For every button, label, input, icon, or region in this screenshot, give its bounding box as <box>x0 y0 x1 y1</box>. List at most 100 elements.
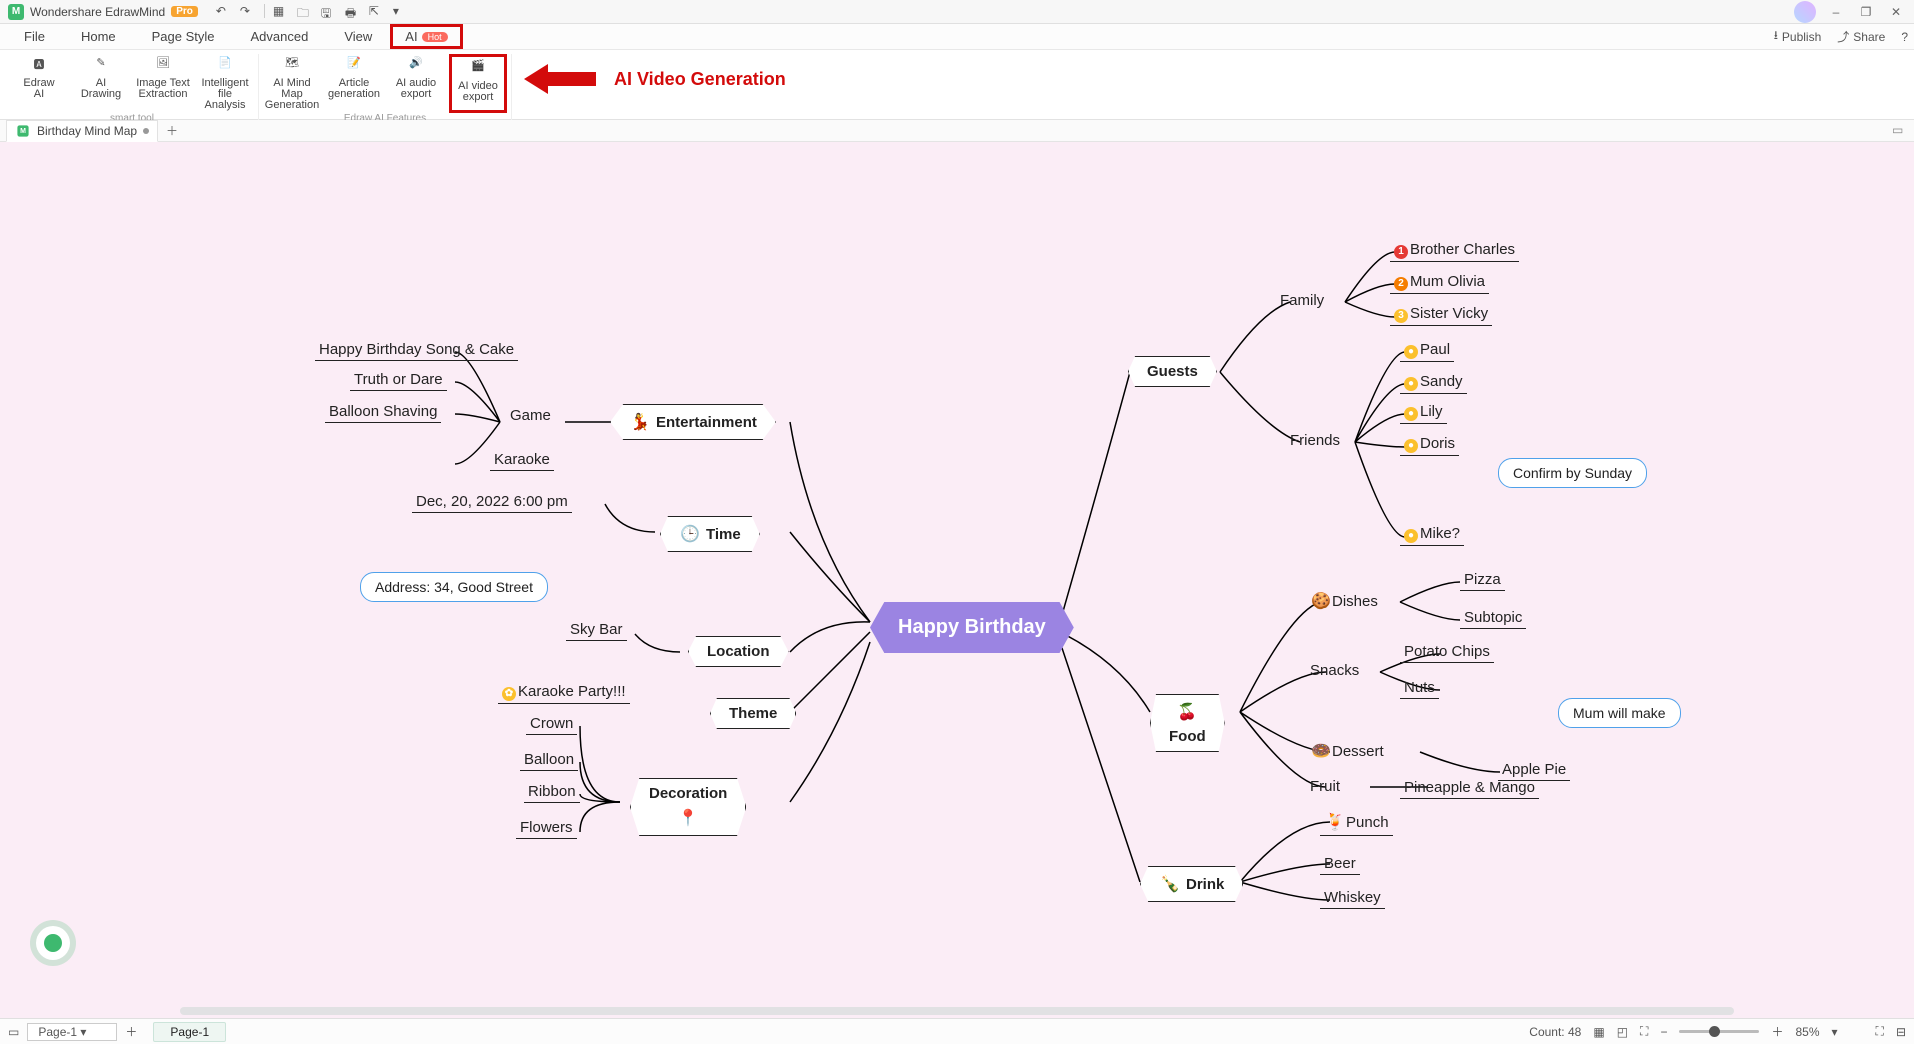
collapse-panel-icon[interactable]: ⊟ <box>1896 1025 1906 1039</box>
callout-address[interactable]: Address: 34, Good Street <box>360 572 548 602</box>
image-text-extraction-button[interactable]: 🖼Image TextExtraction <box>134 54 192 113</box>
node-fruit[interactable]: Fruit <box>1310 778 1340 795</box>
leaf-subtopic[interactable]: Subtopic <box>1460 608 1526 629</box>
user-avatar[interactable] <box>1794 1 1816 23</box>
node-game[interactable]: Game <box>510 407 551 424</box>
leaf-sister[interactable]: 3Sister Vicky <box>1390 304 1492 326</box>
node-friends[interactable]: Friends <box>1290 432 1340 449</box>
status-bar: ▭ Page-1 ▾ ＋ Page-1 Count: 48 ▦ ◰ ⛶ − ＋ … <box>0 1018 1914 1044</box>
zoom-out-button[interactable]: − <box>1660 1025 1667 1039</box>
redo-icon[interactable]: ↷ <box>240 4 256 20</box>
node-time[interactable]: 🕒Time <box>660 516 760 552</box>
help-icon[interactable]: ? <box>1901 30 1908 44</box>
leaf-song-cake[interactable]: Happy Birthday Song & Cake <box>315 340 518 361</box>
view-actual-icon[interactable]: ⛶ <box>1640 1024 1648 1039</box>
leaf-mum[interactable]: 2Mum Olivia <box>1390 272 1489 294</box>
menu-advanced[interactable]: Advanced <box>233 25 327 48</box>
ai-drawing-button[interactable]: ✎AIDrawing <box>72 54 130 113</box>
leaf-beer[interactable]: Beer <box>1320 854 1360 875</box>
menu-ai-highlight[interactable]: AI Hot <box>390 24 462 49</box>
leaf-truth-or-dare[interactable]: Truth or Dare <box>350 370 447 391</box>
ai-video-export-button[interactable]: 🎬AI videoexport <box>449 54 507 113</box>
leaf-mike[interactable]: ●Mike? <box>1400 524 1464 546</box>
menu-ai: AI <box>405 29 417 44</box>
leaf-ribbon[interactable]: Ribbon <box>524 782 580 803</box>
horizontal-scrollbar[interactable] <box>180 1007 1734 1015</box>
leaf-whiskey[interactable]: Whiskey <box>1320 888 1385 909</box>
node-theme[interactable]: Theme <box>710 698 796 729</box>
fullscreen-icon[interactable]: ⛶ <box>1876 1024 1884 1039</box>
leaf-sky-bar[interactable]: Sky Bar <box>566 620 627 641</box>
page-list-icon[interactable]: ▭ <box>8 1025 19 1039</box>
zoom-slider[interactable] <box>1679 1030 1759 1033</box>
share-button[interactable]: ⤴ Share <box>1837 28 1885 45</box>
node-decoration[interactable]: Decoration📍 <box>630 778 746 836</box>
leaf-nuts[interactable]: Nuts <box>1400 678 1439 699</box>
export-icon[interactable]: ⇱ <box>369 4 385 20</box>
callout-mum-make[interactable]: Mum will make <box>1558 698 1681 728</box>
view-grid-icon[interactable]: ▦ <box>1593 1025 1604 1039</box>
node-dishes[interactable]: 🍪Dishes <box>1310 590 1378 612</box>
node-snacks[interactable]: Snacks <box>1310 662 1359 679</box>
leaf-chips[interactable]: Potato Chips <box>1400 642 1494 663</box>
ai-mindmap-generation-button[interactable]: 🗺AI Mind MapGeneration <box>263 54 321 113</box>
publish-icon: ⭳ <box>1774 26 1778 47</box>
page-tab[interactable]: Page-1 <box>153 1022 226 1042</box>
ai-chat-button[interactable] <box>36 926 70 960</box>
article-generation-button[interactable]: 📝Articlegeneration <box>325 54 383 113</box>
ai-audio-export-button[interactable]: 🔊AI audioexport <box>387 54 445 113</box>
zoom-dropdown-icon[interactable]: ▾ <box>1832 1025 1838 1039</box>
menu-page-style[interactable]: Page Style <box>134 25 233 48</box>
add-tab-button[interactable]: ＋ <box>166 122 178 139</box>
leaf-flowers[interactable]: Flowers <box>516 818 577 839</box>
leaf-pizza[interactable]: Pizza <box>1460 570 1505 591</box>
node-food[interactable]: 🍒Food <box>1150 694 1225 752</box>
leaf-time-value[interactable]: Dec, 20, 2022 6:00 pm <box>412 492 572 513</box>
qat-dropdown-icon[interactable]: ▾ <box>393 4 409 20</box>
leaf-crown[interactable]: Crown <box>526 714 577 735</box>
node-dessert[interactable]: 🍩Dessert <box>1310 740 1384 762</box>
leaf-balloon-shaving[interactable]: Balloon Shaving <box>325 402 441 423</box>
document-tab[interactable]: M Birthday Mind Map <box>6 120 158 142</box>
window-maximize-button[interactable]: ❐ <box>1856 5 1876 19</box>
leaf-lily[interactable]: ●Lily <box>1400 402 1447 424</box>
open-icon[interactable]: 🗀 <box>297 4 313 20</box>
badge-icon: ● <box>1404 377 1418 391</box>
callout-confirm[interactable]: Confirm by Sunday <box>1498 458 1647 488</box>
zoom-in-button[interactable]: ＋ <box>1771 1023 1783 1040</box>
window-close-button[interactable]: ✕ <box>1886 5 1906 19</box>
mindmap-canvas[interactable]: 🎂 Happy Birthday 💃Entertainment Game Hap… <box>0 142 1914 1018</box>
outline-toggle-icon[interactable]: ▭ <box>1892 123 1908 139</box>
view-fit-icon[interactable]: ◰ <box>1617 1025 1628 1039</box>
new-icon[interactable]: ▦ <box>273 4 289 20</box>
leaf-punch[interactable]: 🍹Punch <box>1320 810 1393 836</box>
menu-view[interactable]: View <box>326 25 390 48</box>
hot-badge: Hot <box>422 32 448 42</box>
node-entertainment[interactable]: 💃Entertainment <box>610 404 776 440</box>
node-family[interactable]: Family <box>1280 292 1324 309</box>
publish-button[interactable]: ⭳ Publish <box>1774 26 1822 47</box>
save-icon[interactable]: 🖫 <box>321 4 337 20</box>
intelligent-file-analysis-button[interactable]: 📄Intelligentfile Analysis <box>196 54 254 113</box>
page-selector[interactable]: Page-1 ▾ <box>27 1023 117 1041</box>
leaf-balloon[interactable]: Balloon <box>520 750 578 771</box>
node-guests[interactable]: Guests <box>1128 356 1217 387</box>
leaf-doris[interactable]: ●Doris <box>1400 434 1459 456</box>
leaf-theme-value[interactable]: ✿Karaoke Party!!! <box>498 682 630 704</box>
undo-icon[interactable]: ↶ <box>216 4 232 20</box>
edraw-ai-button[interactable]: 🅰EdrawAI <box>10 54 68 113</box>
leaf-brother[interactable]: 1Brother Charles <box>1390 240 1519 262</box>
print-icon[interactable]: 🖶 <box>345 4 361 20</box>
leaf-sandy[interactable]: ●Sandy <box>1400 372 1467 394</box>
add-page-button[interactable]: ＋ <box>125 1023 137 1040</box>
node-drink[interactable]: 🍾Drink <box>1140 866 1243 902</box>
window-minimize-button[interactable]: – <box>1826 5 1846 19</box>
node-location[interactable]: Location <box>688 636 789 667</box>
leaf-karaoke[interactable]: Karaoke <box>490 450 554 471</box>
menu-home[interactable]: Home <box>63 25 134 48</box>
cookie-icon: 🍪 <box>1310 590 1332 612</box>
leaf-paul[interactable]: ●Paul <box>1400 340 1454 362</box>
node-central[interactable]: 🎂 Happy Birthday <box>870 602 1074 653</box>
menu-file[interactable]: File <box>6 25 63 48</box>
leaf-pineapple[interactable]: Pineapple & Mango <box>1400 778 1539 799</box>
